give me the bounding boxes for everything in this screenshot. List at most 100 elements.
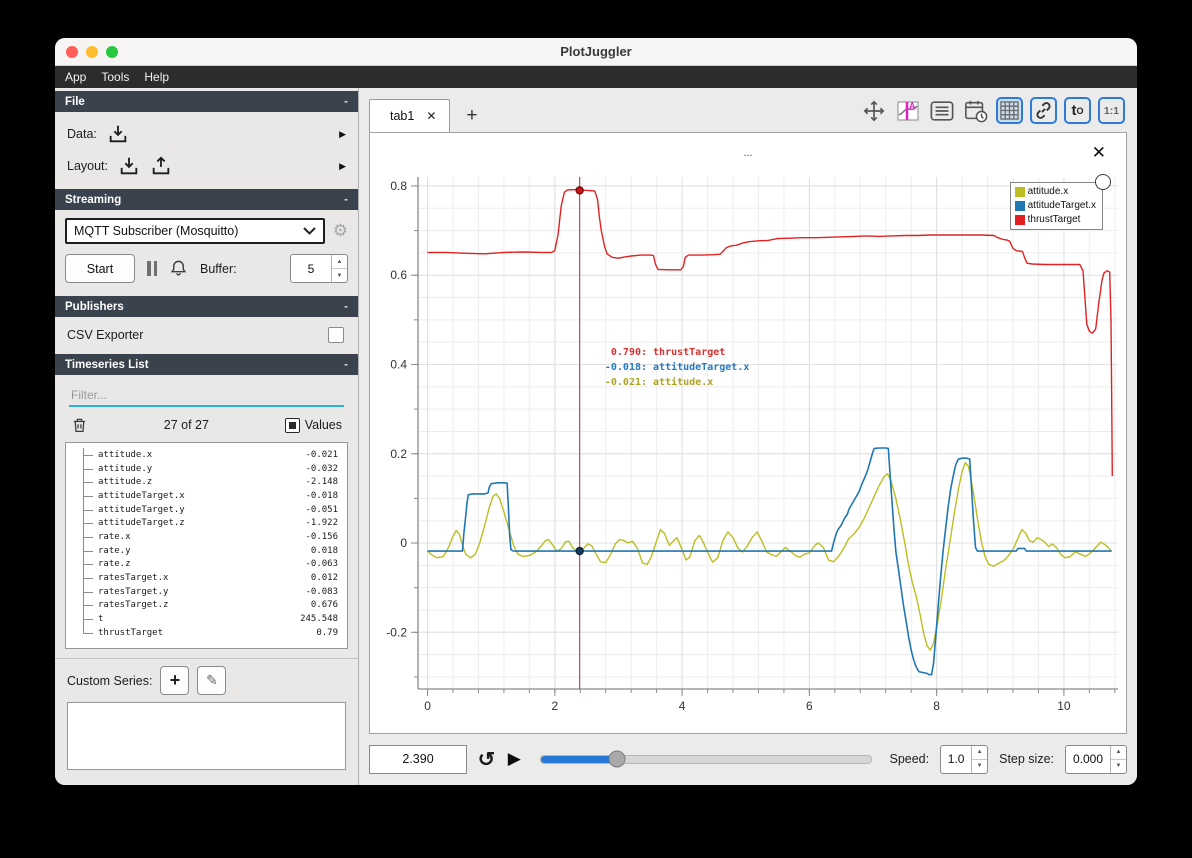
- link-axes-icon[interactable]: [1030, 97, 1057, 124]
- publishers-section-header[interactable]: Publishers -: [55, 296, 358, 317]
- timeseries-row[interactable]: attitude.x -0.021: [72, 448, 343, 462]
- publishers-collapse-button[interactable]: -: [344, 301, 348, 313]
- move-tool-icon[interactable]: [860, 97, 887, 124]
- custom-series-list[interactable]: [67, 702, 346, 770]
- buffer-spinbox[interactable]: 5 ▲ ▼: [290, 254, 348, 283]
- pause-icon[interactable]: [147, 261, 157, 276]
- timeseries-row[interactable]: ratesTarget.z 0.676: [72, 598, 343, 613]
- menu-app[interactable]: App: [65, 70, 86, 84]
- traffic-lights: [66, 46, 118, 58]
- streaming-section-header[interactable]: Streaming -: [55, 189, 358, 210]
- plot-close-icon[interactable]: ✕: [1092, 143, 1106, 163]
- timeseries-row[interactable]: attitudeTarget.x -0.018: [72, 489, 343, 503]
- file-section-header[interactable]: File -: [55, 91, 358, 112]
- timeseries-row[interactable]: thrustTarget 0.79: [72, 625, 343, 640]
- timeseries-section-header[interactable]: Timeseries List -: [55, 354, 358, 375]
- spin-down-icon[interactable]: ▼: [332, 269, 347, 282]
- timeseries-row[interactable]: t 245.548: [72, 612, 343, 626]
- values-toggle[interactable]: Values: [284, 417, 342, 433]
- timeseries-collapse-button[interactable]: -: [344, 359, 348, 371]
- svg-text:0: 0: [400, 536, 407, 550]
- timeseries-name: attitude.z: [98, 477, 153, 488]
- svg-text:6: 6: [806, 699, 813, 713]
- start-button[interactable]: Start: [65, 254, 135, 283]
- list-view-icon[interactable]: [928, 97, 955, 124]
- values-checkbox[interactable]: [284, 417, 300, 433]
- tab-tab1[interactable]: tab1 ✕: [369, 99, 451, 132]
- timeseries-list[interactable]: attitude.x -0.021 attitude.y -0.032 attitude…: [65, 442, 348, 649]
- ratio-icon[interactable]: 1:1: [1098, 97, 1125, 124]
- step-spin-arrows[interactable]: ▲ ▼: [1110, 745, 1126, 773]
- save-layout-icon[interactable]: [150, 155, 172, 177]
- speed-spin-arrows[interactable]: ▲ ▼: [971, 745, 988, 773]
- timeseries-row[interactable]: rate.x -0.156: [72, 530, 343, 544]
- tabbar: tab1 ✕ + A t O 1:1: [359, 88, 1137, 132]
- timeseries-row[interactable]: attitudeTarget.z -1.922: [72, 516, 343, 530]
- spin-up-icon[interactable]: ▲: [1111, 746, 1126, 760]
- add-custom-series-button[interactable]: +: [160, 666, 190, 695]
- file-section-body: Data: ▶ Layout: ▶: [55, 112, 358, 186]
- tab-close-icon[interactable]: ✕: [426, 109, 436, 123]
- time-slider[interactable]: [539, 750, 873, 768]
- gear-icon[interactable]: ⚙: [333, 221, 348, 241]
- plot-panel[interactable]: 0 2 4 6 8 10 0.8 0.6 0.4 0.2 0 -0.2 ... ✕ attitude.…: [369, 132, 1127, 734]
- data-expand-arrow[interactable]: ▶: [339, 129, 346, 140]
- timeseries-name: rate.y: [98, 545, 131, 556]
- spin-up-icon[interactable]: ▲: [972, 746, 988, 760]
- grid-layout-icon[interactable]: [996, 97, 1023, 124]
- legend-item[interactable]: thrustTarget: [1014, 214, 1096, 225]
- timeseries-row[interactable]: rate.y 0.018: [72, 543, 343, 558]
- add-tab-button[interactable]: +: [466, 105, 477, 127]
- timeseries-row[interactable]: ratesTarget.x 0.012: [72, 571, 343, 585]
- plot-toolbar: A t O 1:1: [860, 97, 1125, 124]
- edit-custom-series-button[interactable]: ✎: [197, 666, 227, 695]
- curve-editor-icon[interactable]: A: [894, 97, 921, 124]
- legend-handle[interactable]: [1095, 174, 1111, 190]
- buffer-spin-arrows[interactable]: ▲ ▼: [331, 255, 347, 282]
- load-layout-icon[interactable]: [118, 155, 140, 177]
- timeseries-row[interactable]: attitude.z -2.148: [72, 475, 343, 489]
- csv-exporter-checkbox[interactable]: [328, 327, 344, 343]
- legend-swatch: [1014, 186, 1025, 197]
- legend-item[interactable]: attitude.x: [1014, 186, 1096, 197]
- streaming-source-value: MQTT Subscriber (Mosquitto): [74, 224, 239, 238]
- spin-down-icon[interactable]: ▼: [972, 760, 987, 773]
- step-size-spinbox[interactable]: 0.000 ▲ ▼: [1065, 744, 1127, 774]
- trash-icon[interactable]: [71, 416, 88, 434]
- spin-up-icon[interactable]: ▲: [332, 255, 347, 269]
- plot-legend[interactable]: attitude.x attitudeTarget.x thrustTarget: [1009, 174, 1111, 230]
- streaming-collapse-button[interactable]: -: [344, 194, 348, 206]
- svg-text:4: 4: [679, 699, 686, 713]
- time-offset-icon[interactable]: tO: [1064, 97, 1091, 124]
- datetime-icon[interactable]: [962, 97, 989, 124]
- streaming-source-select[interactable]: MQTT Subscriber (Mosquitto): [65, 218, 325, 244]
- bell-icon[interactable]: [169, 259, 188, 278]
- timeseries-toolbar: 27 of 27 Values: [55, 407, 358, 438]
- slider-handle[interactable]: [608, 750, 626, 768]
- loop-icon[interactable]: ↺: [478, 747, 496, 772]
- speed-value: 1.0: [947, 752, 965, 766]
- close-window-button[interactable]: [66, 46, 78, 58]
- legend-item[interactable]: attitudeTarget.x: [1014, 200, 1096, 211]
- svg-text:10: 10: [1057, 699, 1071, 713]
- timeseries-value: -0.156: [305, 531, 338, 542]
- timeseries-row[interactable]: attitudeTarget.y -0.051: [72, 502, 343, 517]
- file-collapse-button[interactable]: -: [344, 96, 348, 108]
- timeseries-name: rate.z: [98, 559, 131, 570]
- timeseries-row[interactable]: ratesTarget.y -0.083: [72, 584, 343, 599]
- timeseries-row[interactable]: rate.z -0.063: [72, 557, 343, 572]
- values-label: Values: [304, 418, 342, 432]
- filter-input[interactable]: [69, 385, 344, 407]
- spin-down-icon[interactable]: ▼: [1111, 760, 1126, 773]
- layout-expand-arrow[interactable]: ▶: [339, 161, 346, 172]
- menu-tools[interactable]: Tools: [101, 70, 129, 84]
- play-icon[interactable]: ▶: [508, 749, 521, 769]
- minimize-window-button[interactable]: [86, 46, 98, 58]
- timeseries-row[interactable]: attitude.y -0.032: [72, 461, 343, 476]
- maximize-window-button[interactable]: [106, 46, 118, 58]
- time-field[interactable]: 2.390: [369, 744, 467, 774]
- load-data-icon[interactable]: [107, 123, 129, 145]
- menu-help[interactable]: Help: [144, 70, 169, 84]
- speed-spinbox[interactable]: 1.0 ▲ ▼: [940, 744, 989, 774]
- start-button-label: Start: [86, 261, 114, 276]
